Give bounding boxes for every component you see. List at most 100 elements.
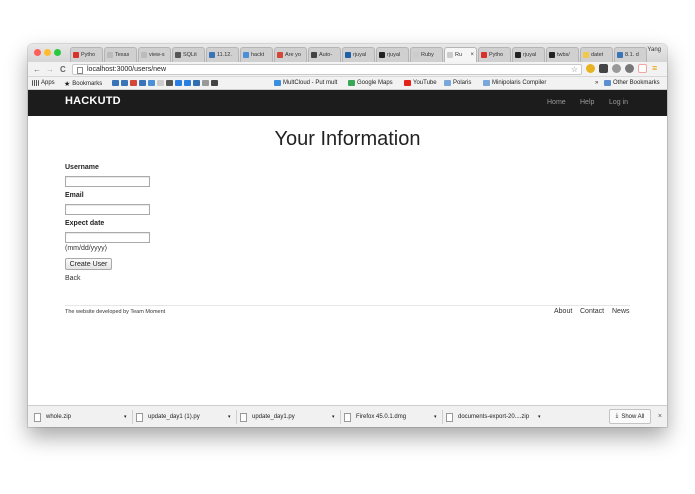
extension-icon[interactable]: [586, 64, 595, 73]
tabs: Pytho Texas view-s SQLit 11.12. hackt Ar…: [70, 47, 648, 62]
show-all-downloads-button[interactable]: ⤓ Show All: [609, 409, 651, 424]
nav-login[interactable]: Log in: [609, 99, 628, 106]
create-user-button[interactable]: Create User: [65, 258, 112, 270]
toolbar: ← → C localhost:3000/users/new ☆ ≡: [28, 62, 667, 77]
favicon: [481, 52, 487, 58]
download-menu-icon[interactable]: ▾: [434, 410, 437, 424]
downloads-bar: whole.zip ▾ update_day1 (1).py ▾ update_…: [28, 405, 667, 427]
browser-tab[interactable]: rjuyal: [376, 47, 409, 62]
bookmark-multcloud[interactable]: MultCloud - Put mult: [274, 80, 337, 86]
close-window-dot[interactable]: [34, 49, 41, 56]
menu-icon[interactable]: ≡: [652, 63, 657, 73]
browser-tab[interactable]: view-s: [138, 47, 171, 62]
footer-news-link[interactable]: News: [612, 308, 630, 315]
browser-tab[interactable]: Auto-: [308, 47, 341, 62]
bookmark-icon[interactable]: [130, 80, 137, 86]
expect-date-input[interactable]: [65, 232, 150, 243]
browser-tab[interactable]: 11.12.: [206, 47, 239, 62]
favicon: [617, 52, 623, 58]
back-link[interactable]: Back: [65, 275, 81, 282]
download-item[interactable]: documents-export-20....zip: [446, 410, 529, 424]
bookmark-icon[interactable]: [139, 80, 146, 86]
bookmark-icon[interactable]: [166, 80, 173, 86]
download-menu-icon[interactable]: ▾: [332, 410, 335, 424]
download-item[interactable]: whole.zip: [34, 410, 71, 424]
bookmark-icon[interactable]: [202, 80, 209, 86]
nav-home[interactable]: Home: [547, 99, 566, 106]
bookmarks-folder[interactable]: ★ Bookmarks: [64, 80, 102, 88]
bookmark-icon[interactable]: [184, 80, 191, 86]
favicon: [141, 52, 147, 58]
back-arrow-icon[interactable]: ←: [33, 65, 41, 74]
expect-date-label: Expect date: [65, 220, 105, 227]
bookmark-icon[interactable]: [148, 80, 155, 86]
extension-icon[interactable]: [599, 64, 608, 73]
bookmark-star-icon[interactable]: ☆: [571, 65, 578, 75]
browser-tab[interactable]: Ruby: [410, 47, 443, 62]
site-header: HACKUTD Home Help Log in: [28, 90, 667, 116]
favicon: [73, 52, 79, 58]
separator: [442, 410, 443, 424]
download-menu-icon[interactable]: ▾: [124, 410, 127, 424]
download-item[interactable]: update_day1.py: [240, 410, 295, 424]
maximize-window-dot[interactable]: [54, 49, 61, 56]
browser-tab[interactable]: hackt: [240, 47, 273, 62]
page-title: Your Information: [274, 128, 421, 150]
browser-tab[interactable]: twbs/: [546, 47, 579, 62]
profile-button[interactable]: Yang: [647, 47, 661, 53]
file-icon: [136, 412, 143, 422]
reload-icon[interactable]: C: [60, 65, 66, 74]
extension-icon[interactable]: [638, 64, 647, 73]
brand-logo[interactable]: HACKUTD: [65, 95, 121, 107]
extension-icon[interactable]: [612, 64, 621, 73]
bookmark-icon[interactable]: [193, 80, 200, 86]
download-menu-icon[interactable]: ▾: [538, 410, 541, 424]
minimize-window-dot[interactable]: [44, 49, 51, 56]
browser-tab[interactable]: rjuyal: [512, 47, 545, 62]
browser-tab-active[interactable]: Ru ×: [444, 47, 477, 62]
favicon: [107, 52, 113, 58]
bookmark-polaris[interactable]: Polaris: [444, 80, 471, 86]
browser-tab[interactable]: Pytho: [478, 47, 511, 62]
bookmark-minipolaris[interactable]: Minipolaris Compiler: [483, 80, 546, 86]
bookmark-youtube[interactable]: YouTube: [404, 80, 437, 86]
bookmark-icon[interactable]: [112, 80, 119, 86]
file-icon: [34, 412, 41, 422]
close-tab-icon[interactable]: ×: [470, 52, 474, 58]
footer-about-link[interactable]: About: [554, 308, 572, 315]
maps-icon: [348, 80, 355, 86]
email-input[interactable]: [65, 204, 150, 215]
favicon: [277, 52, 283, 58]
browser-tab[interactable]: Are yo: [274, 47, 307, 62]
tab-strip: Pytho Texas view-s SQLit 11.12. hackt Ar…: [28, 44, 667, 62]
username-input[interactable]: [65, 176, 150, 187]
bookmark-icon[interactable]: [157, 80, 164, 86]
apps-shortcut[interactable]: Apps: [32, 80, 55, 86]
download-menu-icon[interactable]: ▾: [228, 410, 231, 424]
browser-tab[interactable]: rjuyal: [342, 47, 375, 62]
bookmark-icon[interactable]: [175, 80, 182, 86]
polaris-icon: [444, 80, 451, 86]
extension-icon[interactable]: [625, 64, 634, 73]
other-bookmarks[interactable]: Other Bookmarks: [604, 80, 660, 86]
browser-tab[interactable]: datet: [580, 47, 613, 62]
favicon: [175, 52, 181, 58]
browser-tab[interactable]: 8.1. d: [614, 47, 647, 62]
url-text: localhost:3000/users/new: [87, 66, 166, 73]
bookmark-google-maps[interactable]: Google Maps: [348, 80, 393, 86]
credit-author-link[interactable]: Team Moment: [130, 309, 165, 315]
address-bar[interactable]: localhost:3000/users/new ☆: [72, 64, 582, 75]
nav-help[interactable]: Help: [580, 99, 594, 106]
close-downloads-icon[interactable]: ×: [658, 413, 662, 420]
bookmark-icon[interactable]: [121, 80, 128, 86]
bookmark-icon[interactable]: [211, 80, 218, 86]
favicon: [311, 52, 317, 58]
browser-tab[interactable]: Pytho: [70, 47, 103, 62]
download-item[interactable]: update_day1 (1).py: [136, 410, 200, 424]
bookmarks-overflow[interactable]: »: [595, 80, 598, 86]
footer-contact-link[interactable]: Contact: [580, 308, 604, 315]
browser-tab[interactable]: Texas: [104, 47, 137, 62]
forward-arrow-icon[interactable]: →: [46, 65, 54, 74]
download-item[interactable]: Firefox 45.0.1.dmg: [344, 410, 406, 424]
browser-tab[interactable]: SQLit: [172, 47, 205, 62]
